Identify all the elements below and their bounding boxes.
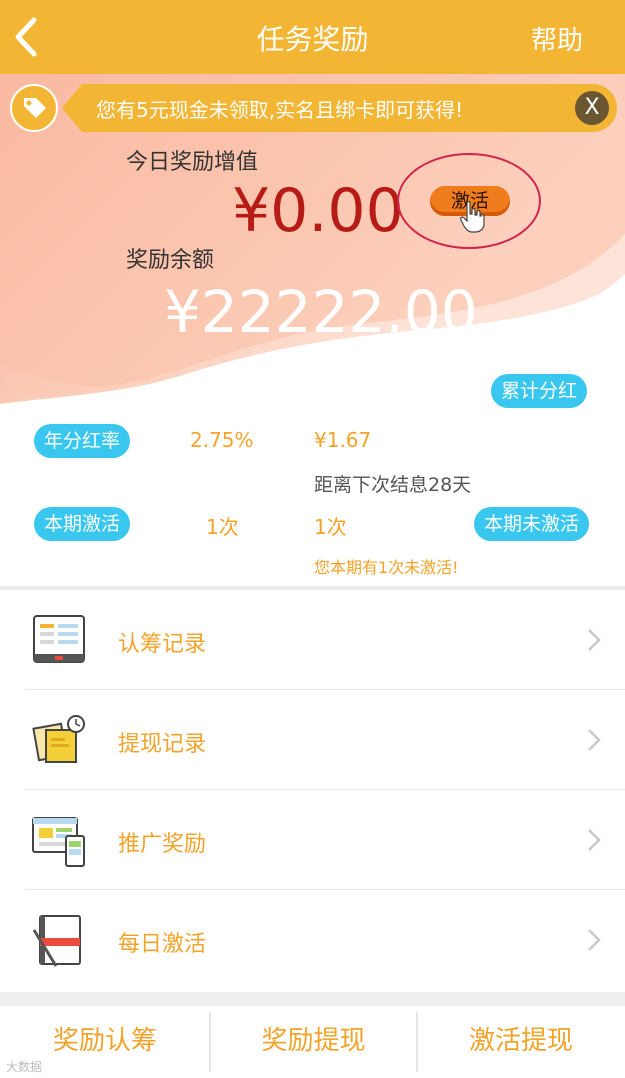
menu-item-subscription-records[interactable]: 认筹记录 [0, 590, 625, 690]
chevron-right-icon [588, 629, 601, 651]
tab-reward-withdrawal[interactable]: 奖励提现 [210, 1006, 417, 1078]
notice-tag-badge [10, 84, 58, 132]
annual-rate-value: 2.75% [190, 428, 254, 452]
devices-icon [32, 817, 85, 867]
bottom-separator [0, 992, 625, 1006]
chevron-right-icon [588, 929, 601, 951]
cumulative-dividend-pill[interactable]: 累计分红 [491, 374, 588, 408]
help-button[interactable]: 帮助 [531, 20, 583, 57]
note-clock-icon [32, 715, 85, 763]
tab-activation-withdrawal[interactable]: 激活提现 [417, 1006, 625, 1078]
bottom-tab-bar: 奖励认筹 奖励提现 激活提现 [0, 1006, 625, 1078]
chevron-right-icon [588, 829, 601, 851]
next-settlement-text: 距离下次结息28天 [314, 474, 472, 496]
hand-cursor-icon [460, 200, 485, 233]
period-not-activated-pill[interactable]: 本期未激活 [474, 507, 590, 541]
notebook-icon [32, 915, 81, 967]
period-not-activated-value: 1次 [314, 515, 347, 539]
not-activated-warning: 您本期有1次未激活! [314, 558, 459, 577]
period-activated-pill: 本期激活 [34, 507, 131, 541]
cumulative-dividend-value: ¥1.67 [314, 428, 372, 452]
close-notice-button[interactable]: X [575, 91, 609, 125]
balance-label: 奖励余额 [126, 248, 215, 273]
menu-label-daily-activation: 每日激活 [118, 932, 207, 957]
menu-label-withdrawal-records: 提现记录 [118, 732, 207, 757]
tablet-icon [33, 615, 85, 663]
menu-label-promotion-rewards: 推广奖励 [118, 832, 207, 857]
watermark: 大数据 [6, 1060, 43, 1074]
notice-banner: 您有5元现金未领取,实名且绑卡即可获得! X [0, 82, 625, 134]
menu-item-daily-activation[interactable]: 每日激活 [0, 890, 625, 990]
balance-value: ¥22222.00 [164, 278, 478, 346]
notice-text: 您有5元现金未领取,实名且绑卡即可获得! [96, 98, 464, 122]
menu-item-withdrawal-records[interactable]: 提现记录 [0, 690, 625, 790]
tag-icon [24, 98, 46, 118]
annual-rate-pill: 年分红率 [34, 424, 131, 458]
today-reward-label: 今日奖励增值 [126, 150, 259, 175]
menu-item-promotion-rewards[interactable]: 推广奖励 [0, 790, 625, 890]
app-header: 任务奖励 帮助 [0, 0, 625, 74]
today-reward-value: ¥0.00 [232, 176, 404, 246]
chevron-right-icon [588, 729, 601, 751]
menu-label-subscription-records: 认筹记录 [118, 632, 207, 657]
period-activated-value: 1次 [206, 515, 239, 539]
